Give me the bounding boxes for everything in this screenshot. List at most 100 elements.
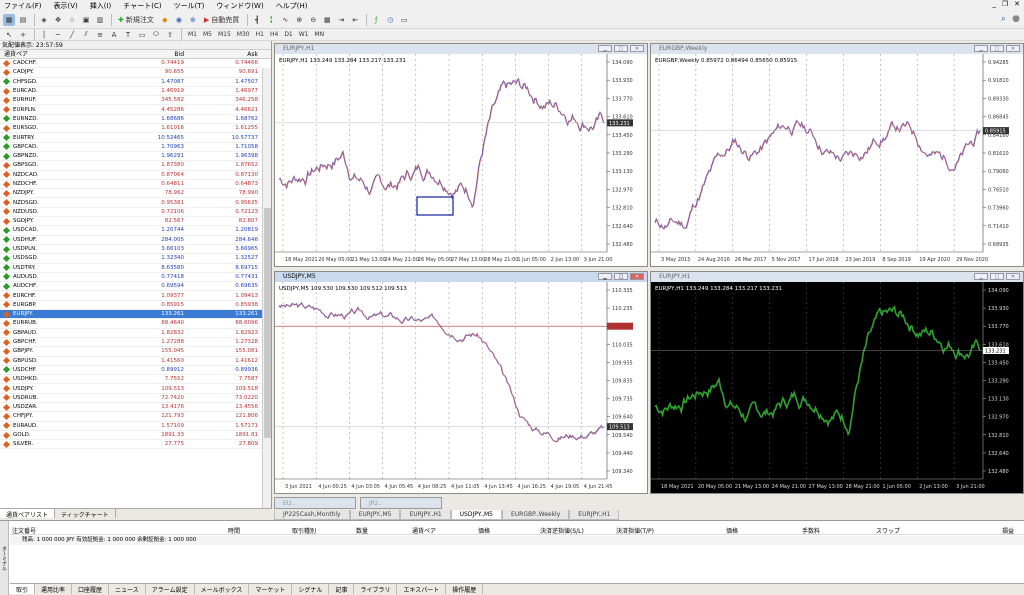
chart-tab-4[interactable]: EURGBP.,Weekly: [502, 510, 570, 520]
zoom-out-icon[interactable]: ⊖: [307, 14, 319, 26]
symbol-row[interactable]: USDCAD. 1.20744 1.20819: [0, 226, 262, 236]
price-chart[interactable]: 3 Jun 2021 4 Jun 00:25 4 Jun 03:05 4 Jun 05…: [275, 282, 647, 493]
minimize-button[interactable]: ▁: [974, 273, 988, 280]
terminal-tab-6[interactable]: マーケット: [249, 584, 293, 594]
menu-item-1[interactable]: 表示(V): [54, 1, 78, 11]
symbol-row[interactable]: USDHKD. 7.7552 7.7587: [0, 375, 262, 385]
new-chart-icon[interactable]: ▦: [3, 13, 15, 26]
app-restore-icon[interactable]: ❐: [1002, 0, 1008, 8]
profiles-icon[interactable]: ▤: [17, 14, 29, 26]
symbol-row[interactable]: AUDUSD. 0.77418 0.77431: [0, 273, 262, 283]
ellipse-icon[interactable]: ⬭: [150, 29, 162, 41]
symbol-row[interactable]: CHFJPY. 121.793 121.806: [0, 412, 262, 422]
app-minimize-icon[interactable]: _: [992, 0, 996, 8]
menu-item-3[interactable]: チャート(C): [123, 1, 161, 11]
meta-editor-icon[interactable]: ◆: [159, 14, 171, 26]
navigator-icon[interactable]: ☆: [66, 14, 78, 26]
price-chart[interactable]: 18 May 202120 May 05:0021 May 13:0024 Ma…: [275, 54, 647, 266]
minimized-window-1[interactable]: EU..: [274, 497, 356, 509]
symbol-row[interactable]: GBPNZD. 1.96291 1.96398: [0, 152, 262, 162]
data-window-icon[interactable]: ✥: [52, 14, 64, 26]
terminal-icon[interactable]: ▣: [80, 14, 92, 26]
account-icon[interactable]: ●: [1012, 14, 1020, 24]
auto-scroll-icon[interactable]: ⇥: [335, 14, 347, 26]
chart-shift-icon[interactable]: ⇤: [349, 14, 361, 26]
close-button[interactable]: ✕: [630, 45, 644, 52]
zoom-in-icon[interactable]: ⊕: [293, 14, 305, 26]
templates-icon[interactable]: ▭: [398, 14, 410, 26]
close-button[interactable]: ✕: [630, 273, 644, 280]
close-button[interactable]: ✕: [1006, 273, 1020, 280]
symbol-row[interactable]: AUDCHF. 0.69594 0.69635: [0, 282, 262, 292]
terminal-col-5[interactable]: 価格: [478, 526, 490, 535]
minimized-window-2[interactable]: JP2..: [360, 497, 442, 509]
vertical-line-icon[interactable]: │: [38, 29, 50, 41]
terminal-col-3[interactable]: 数量: [356, 526, 368, 535]
menu-item-0[interactable]: ファイル(F): [4, 1, 42, 11]
symbol-row[interactable]: EURPLN. 4.45286 4.46621: [0, 105, 262, 115]
terminal-col-11[interactable]: 損益: [1002, 526, 1014, 535]
terminal-tab-9[interactable]: ライブラリ: [354, 584, 398, 594]
symbol-row[interactable]: USDCHF. 0.89912 0.89936: [0, 366, 262, 376]
maximize-button[interactable]: □: [614, 45, 628, 52]
menu-item-2[interactable]: 挿入(I): [90, 1, 112, 11]
periods-icon[interactable]: ◷: [384, 14, 396, 26]
symbol-row[interactable]: GBPSGD. 1.87380 1.87652: [0, 161, 262, 171]
terminal-tab-5[interactable]: メールボックス: [195, 584, 250, 594]
terminal-col-7[interactable]: 決済指値(T/P): [616, 526, 654, 535]
chart-tab-0[interactable]: JP225Cash,Monthly: [274, 510, 350, 520]
chart-window-usdjpy-m5[interactable]: USDJPY,M5 ▁ □ ✕ 3 Jun 2021 4 Jun 00:25 4 Jun …: [274, 271, 648, 494]
col-bid[interactable]: Bid: [112, 50, 186, 58]
chart-tab-1[interactable]: EURJPY.,M5: [349, 510, 401, 520]
price-chart[interactable]: 3 May 2015 24 Aug 2016 26 Mar 2017 5 Nov 20…: [651, 54, 1023, 266]
tile-windows-icon[interactable]: ▦: [321, 14, 333, 26]
terminal-col-9[interactable]: 手数料: [802, 526, 820, 535]
app-close-icon[interactable]: ✕: [1014, 0, 1020, 8]
chart-window-eurgbp-weekly[interactable]: EURGBP,Weekly ▁ □ ✕ 3 May 2015 24 Aug 2016 26…: [650, 43, 1024, 267]
maximize-button[interactable]: □: [990, 45, 1004, 52]
symbol-row[interactable]: NZDJPY. 78.962 78.990: [0, 189, 262, 199]
terminal-tab-10[interactable]: エキスパート: [397, 584, 447, 594]
symbol-row[interactable]: EURHUF. 345.582 346.258: [0, 96, 262, 106]
bar-chart-icon[interactable]: ┫: [251, 14, 263, 26]
cursor-icon[interactable]: ↖: [3, 29, 15, 41]
symbol-row[interactable]: EURGBP. 0.85915 0.85938: [0, 301, 262, 311]
autotrade-button[interactable]: ▶ 自動売買: [201, 14, 242, 26]
timeframe-w1[interactable]: W1: [296, 31, 312, 38]
symbol-row[interactable]: NZDCHF. 0.64811 0.64873: [0, 180, 262, 190]
label-icon[interactable]: T: [122, 29, 134, 41]
symbol-row[interactable]: NZDUSD. 0.72106 0.72123: [0, 208, 262, 218]
symbol-row[interactable]: USDHUF. 284.005 284.646: [0, 236, 262, 245]
horizontal-line-icon[interactable]: ─: [52, 29, 64, 41]
new-order-button[interactable]: ✚ 新規注文: [115, 14, 157, 26]
indicators-icon[interactable]: ƒ: [370, 14, 382, 26]
terminal-tab-7[interactable]: シグナル: [292, 584, 330, 594]
symbol-row[interactable]: CADJPY. 90.655 90.691: [0, 68, 262, 78]
market-watch-scrollbar[interactable]: [262, 68, 271, 508]
timeframe-mn[interactable]: MN: [312, 31, 328, 38]
symbol-row[interactable]: NZDSGD. 0.95381 0.95635: [0, 198, 262, 208]
symbol-row[interactable]: EURAUD. 1.57109 1.57171: [0, 422, 262, 431]
symbol-row[interactable]: EURTRY. 10.52465 10.57737: [0, 133, 262, 143]
chart-tab-3[interactable]: USDJPY.,M5: [450, 510, 502, 520]
timeframe-h4[interactable]: H4: [267, 31, 281, 38]
menu-item-6[interactable]: ヘルプ(H): [276, 1, 308, 11]
trendline-icon[interactable]: ╱: [66, 29, 78, 41]
symbol-row[interactable]: GBPCAD. 1.70963 1.71058: [0, 143, 262, 152]
minimize-button[interactable]: ▁: [598, 45, 612, 52]
tab-tick-chart[interactable]: ティックチャート: [55, 509, 116, 519]
symbol-row[interactable]: GBPCHF. 1.27288 1.27328: [0, 338, 262, 348]
symbol-row[interactable]: EURCAD. 1.46919 1.46977: [0, 87, 262, 97]
symbol-row[interactable]: EURJPY. 133.261 133.261: [0, 310, 262, 320]
price-chart[interactable]: 18 May 202120 May 05:0021 May 13:0024 Ma…: [651, 282, 1023, 493]
terminal-col-8[interactable]: 価格: [726, 526, 738, 535]
minimize-button[interactable]: ▁: [974, 45, 988, 52]
candlestick-icon[interactable]: ╏: [265, 14, 277, 26]
symbol-row[interactable]: EURSGD. 1.61016 1.61255: [0, 124, 262, 134]
terminal-tab-1[interactable]: 運用比率: [35, 584, 73, 594]
terminal-col-0[interactable]: 注文番号: [12, 526, 36, 535]
symbol-row[interactable]: EURNZD. 1.68686 1.68762: [0, 115, 262, 125]
symbol-row[interactable]: USDTRY. 8.63580 8.69715: [0, 264, 262, 273]
terminal-col-1[interactable]: 時間: [228, 526, 240, 535]
tab-symbols[interactable]: 通貨ペアリスト: [0, 509, 56, 519]
